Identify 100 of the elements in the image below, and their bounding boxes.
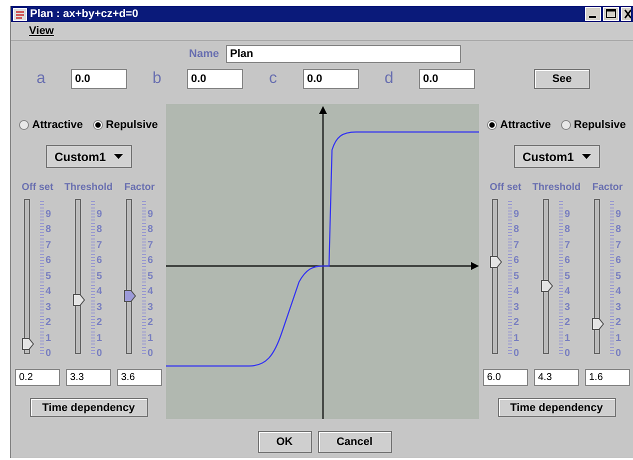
scale-number: 8 <box>564 224 570 236</box>
coefficient-field[interactable]: 0.0 <box>303 69 359 89</box>
scale-number: 9 <box>46 208 52 220</box>
caret-icon <box>114 154 122 159</box>
scale-number: 2 <box>564 317 570 329</box>
radio-label: Attractive <box>500 119 551 131</box>
scale-number: 6 <box>564 255 570 267</box>
scale-number: 4 <box>96 286 102 298</box>
scale-number: 1 <box>96 332 102 344</box>
radio-circle[interactable] <box>560 120 571 130</box>
scale-number: 7 <box>616 240 622 252</box>
coefficient-label: b <box>152 70 162 88</box>
scale-number: 0 <box>564 348 570 360</box>
value-field[interactable]: 0.2 <box>15 369 60 386</box>
slider-thumb[interactable] <box>490 256 502 268</box>
name-field[interactable]: Plan <box>226 45 461 63</box>
scale-number: 8 <box>514 224 520 236</box>
coefficient-field[interactable]: 0.0 <box>71 69 127 89</box>
coefficient-label: a <box>36 70 46 88</box>
scale-number: 6 <box>96 255 102 267</box>
value-field[interactable]: 3.6 <box>117 369 162 386</box>
window-title: Plan : ax+by+cz+d=0 <box>30 8 138 20</box>
scale-number: 1 <box>616 332 622 344</box>
scale-number: 8 <box>96 224 102 236</box>
radio-circle[interactable] <box>487 120 498 130</box>
caret-icon <box>582 154 590 159</box>
scale-number: 6 <box>148 255 154 267</box>
dialog-button[interactable]: Cancel <box>318 431 392 453</box>
scale-number: 1 <box>148 332 154 344</box>
slider-thumb[interactable] <box>592 318 604 330</box>
scale-number: 9 <box>564 208 570 220</box>
scale-number: 1 <box>514 332 520 344</box>
slider-thumb[interactable] <box>22 338 34 350</box>
radio-option[interactable]: Attractive <box>487 119 551 131</box>
see-button[interactable]: See <box>534 69 590 89</box>
scale-number: 1 <box>564 332 570 344</box>
coefficient-field[interactable]: 0.0 <box>419 69 475 89</box>
scale-number: 9 <box>616 208 622 220</box>
scale-number: 3 <box>616 302 622 314</box>
preset-dropdown[interactable]: Custom1 <box>514 145 600 168</box>
scale-number: 7 <box>564 240 570 252</box>
radio-circle[interactable] <box>19 120 30 130</box>
scale-number: 0 <box>514 348 520 360</box>
slider-thumb[interactable] <box>72 294 84 306</box>
scale-number: 3 <box>514 302 520 314</box>
scale-number: 2 <box>96 317 102 329</box>
value-field[interactable]: 4.3 <box>534 369 579 386</box>
scale-number: 6 <box>514 255 520 267</box>
slider-thumb[interactable] <box>540 280 552 292</box>
scale-number: 2 <box>616 317 622 329</box>
dialog-button[interactable]: OK <box>258 431 312 453</box>
scale-number: 6 <box>46 255 52 267</box>
value-field[interactable]: 1.6 <box>585 369 630 386</box>
radio-option[interactable]: Repulsive <box>560 119 626 131</box>
scale-number: 5 <box>616 270 622 282</box>
scale-number: 7 <box>148 240 154 252</box>
scale-number: 0 <box>616 348 622 360</box>
radio-circle[interactable] <box>92 120 103 130</box>
radio-label: Repulsive <box>106 119 158 131</box>
menu-item[interactable]: View <box>29 25 54 37</box>
scale-number: 6 <box>616 255 622 267</box>
value-field[interactable]: 6.0 <box>483 369 528 386</box>
scale-number: 3 <box>148 302 154 314</box>
scale-number: 5 <box>148 270 154 282</box>
radio-option[interactable]: Repulsive <box>92 119 158 131</box>
slider-label: Off set <box>490 182 522 194</box>
scale-number: 3 <box>96 302 102 314</box>
time-dependency-button[interactable]: Time dependency <box>30 398 148 417</box>
slider-label: Off set <box>22 182 54 194</box>
maximize-icon[interactable] <box>603 7 619 21</box>
slider-thumb[interactable] <box>124 290 136 302</box>
scale-number: 8 <box>148 224 154 236</box>
scale-number: 5 <box>96 270 102 282</box>
radio-label: Repulsive <box>574 119 626 131</box>
scale-number: 4 <box>514 286 520 298</box>
scale-number: 9 <box>148 208 154 220</box>
slider-label: Threshold <box>532 182 581 194</box>
scale-number: 1 <box>46 332 52 344</box>
radio-label: Attractive <box>32 119 83 131</box>
radio-option[interactable]: Attractive <box>19 119 83 131</box>
coefficient-label: c <box>268 70 278 88</box>
field-label: Name <box>188 48 219 60</box>
scale-number: 8 <box>46 224 52 236</box>
scale-number: 5 <box>46 270 52 282</box>
scale-number: 3 <box>564 302 570 314</box>
slider-label: Threshold <box>64 182 113 194</box>
coefficient-field[interactable]: 0.0 <box>187 69 243 89</box>
scale-number: 7 <box>46 240 52 252</box>
time-dependency-button[interactable]: Time dependency <box>498 398 616 417</box>
scale-number: 9 <box>96 208 102 220</box>
scale-number: 5 <box>514 270 520 282</box>
scale-number: 4 <box>564 286 570 298</box>
scale-number: 5 <box>564 270 570 282</box>
value-field[interactable]: 3.3 <box>66 369 111 386</box>
preset-dropdown[interactable]: Custom1 <box>46 145 132 168</box>
minimize-icon[interactable] <box>585 7 601 21</box>
close-icon[interactable] <box>621 7 631 21</box>
scale-number: 2 <box>148 317 154 329</box>
scale-number: 0 <box>46 348 52 360</box>
scale-number: 3 <box>46 302 52 314</box>
